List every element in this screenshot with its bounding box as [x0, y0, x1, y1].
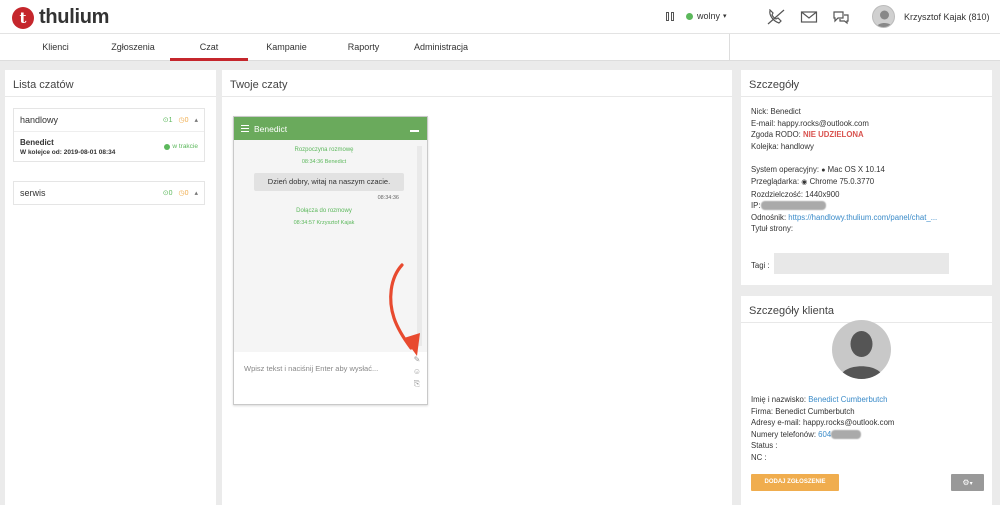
detail-page-title: Tytuł strony:	[751, 224, 794, 233]
chat-item-queue-time: W kolejce od: 2019-08-01 08:34	[20, 149, 116, 156]
waiting-count-badge: ◷0	[178, 190, 189, 197]
redacted-phone	[831, 429, 862, 439]
referrer-label: Odnośnik:	[751, 212, 789, 222]
user-menu[interactable]: Krzysztof Kajak (810)	[872, 5, 990, 28]
phone-link[interactable]: 604	[818, 430, 831, 439]
rodo-label: Zgoda RODO:	[751, 130, 803, 139]
chat-list-title: Lista czatów	[5, 70, 216, 97]
list-item[interactable]: Benedict W kolejce od: 2019-08-01 08:34 …	[14, 131, 204, 161]
tab-kampanie[interactable]: Kampanie	[258, 34, 315, 61]
client-emails: Adresy e-mail: happy.rocks@outlook.com	[751, 418, 895, 427]
chat-window-title: Benedict	[254, 123, 288, 134]
logo-mark: t	[12, 6, 34, 29]
waiting-count-badge: ◷0	[178, 117, 189, 124]
mail-icon[interactable]	[800, 9, 818, 25]
apple-icon: ●	[821, 166, 826, 174]
group-name: serwis	[20, 188, 46, 198]
system-message-time: 08:34:57 Krzysztof Kajak	[293, 220, 355, 226]
tab-klienci[interactable]: Klienci	[28, 34, 83, 61]
nav-separator	[729, 34, 730, 61]
message-bubble: Dzień dobry, witaj na naszym czacie.	[254, 173, 404, 191]
my-chats-title: Twoje czaty	[222, 70, 732, 97]
referrer-link[interactable]: https://handlowy.thulium.com/panel/chat_…	[788, 213, 937, 222]
rodo-value: NIE UDZIELONA	[803, 130, 864, 139]
client-company: Firma: Benedict Cumberbutch	[751, 406, 855, 416]
client-status: Status :	[751, 441, 778, 450]
ip-label: IP:	[751, 201, 761, 210]
detail-email: E-mail: happy.rocks@outlook.com	[751, 118, 869, 128]
chevron-down-icon: ▾	[969, 481, 973, 487]
active-count-badge: ⊙0	[162, 190, 173, 197]
gear-icon: ⚙	[962, 478, 970, 487]
detail-resolution: Rozdzielczość: 1440x900	[751, 189, 840, 199]
chat-group-handlowy: handlowy ⊙1 ◷0 ▴ Benedict W kolejce od: …	[13, 108, 205, 162]
annotation-arrow-icon	[389, 263, 420, 356]
main-nav: Klienci Zgłoszenia Czat Kampanie Raporty…	[0, 34, 1000, 61]
detail-nick: Nick: Benedict	[751, 107, 801, 116]
tab-administracja[interactable]: Administracja	[405, 34, 477, 61]
status-label: wolny	[697, 11, 721, 21]
menu-icon[interactable]	[241, 123, 249, 134]
status-dot-icon	[164, 143, 171, 150]
tags-label: Tagi :	[751, 261, 770, 270]
browser-label: Przeglądarka:	[751, 177, 802, 186]
chat-group-serwis: serwis ⊙0 ◷0 ▴	[13, 181, 205, 205]
os-value: Mac OS X 10.14	[827, 164, 885, 174]
tab-czat[interactable]: Czat	[170, 34, 248, 61]
logo[interactable]: t thulium	[12, 6, 109, 29]
tab-raporty[interactable]: Raporty	[336, 34, 391, 61]
chevron-up-icon[interactable]: ▴	[194, 116, 198, 124]
group-header[interactable]: handlowy ⊙1 ◷0 ▴	[14, 109, 204, 131]
status-badge: w trakcie	[164, 143, 198, 150]
client-nc: NC :	[751, 452, 767, 462]
status-dot-icon	[686, 12, 693, 20]
detail-queue: Kolejka: handlowy	[751, 141, 814, 151]
avatar	[872, 5, 895, 28]
message-time: 08:34:36	[377, 195, 399, 201]
os-label: System operacyjny:	[751, 164, 822, 174]
active-count-badge: ⊙1	[162, 117, 173, 124]
client-details-panel: Szczegóły klienta Imię i nazwisko: Bened…	[741, 296, 992, 505]
phone-off-icon[interactable]	[767, 9, 785, 25]
client-details-title: Szczegóły klienta	[741, 296, 992, 323]
logo-text: thulium	[39, 6, 110, 28]
system-message-time: 08:34:36 Benedict	[301, 159, 347, 165]
chevron-up-icon[interactable]: ▴	[194, 189, 198, 197]
message-input[interactable]: Wpisz tekst i naciśnij Enter aby wysłać.…	[244, 364, 378, 373]
attachment-icon[interactable]: ⎘	[412, 379, 422, 391]
add-ticket-button[interactable]: DODAJ ZGŁOSZENIE	[751, 474, 839, 491]
system-message: Dołącza do rozmowy	[296, 208, 352, 214]
emoji-icon[interactable]: ☺	[412, 367, 422, 379]
chrome-icon: ◉	[801, 179, 808, 186]
avatar	[832, 320, 891, 379]
chat-window-header[interactable]: Benedict	[234, 117, 427, 140]
user-name: Krzysztof Kajak (810)	[904, 11, 990, 22]
phones-label: Numery telefonów:	[751, 429, 819, 439]
details-panel: Szczegóły Nick: Benedict E-mail: happy.r…	[741, 70, 992, 285]
tags-input[interactable]	[774, 253, 949, 274]
minimize-icon[interactable]	[410, 130, 419, 132]
settings-dropdown-button[interactable]: ⚙▾	[951, 474, 984, 491]
redacted-ip	[760, 201, 826, 211]
chevron-down-icon: ▾	[723, 13, 727, 20]
group-header[interactable]: serwis ⊙0 ◷0 ▴	[14, 182, 204, 204]
group-name: handlowy	[20, 115, 59, 125]
client-name-label: Imię i nazwisko:	[751, 395, 809, 404]
chat-bubbles-icon[interactable]	[832, 9, 850, 25]
top-bar: t thulium wolny ▾ Krzysztof Kajak (810)	[0, 0, 1000, 34]
system-message: Rozpoczyna rozmowę	[294, 147, 354, 153]
browser-value: Chrome 75.0.3770	[809, 177, 875, 186]
client-name-link[interactable]: Benedict Cumberbutch	[808, 395, 887, 404]
agent-status[interactable]: wolny ▾	[666, 11, 727, 21]
pause-icon[interactable]	[666, 11, 675, 21]
tab-zgloszenia[interactable]: Zgłoszenia	[102, 34, 164, 61]
details-title: Szczegóły	[741, 70, 992, 97]
